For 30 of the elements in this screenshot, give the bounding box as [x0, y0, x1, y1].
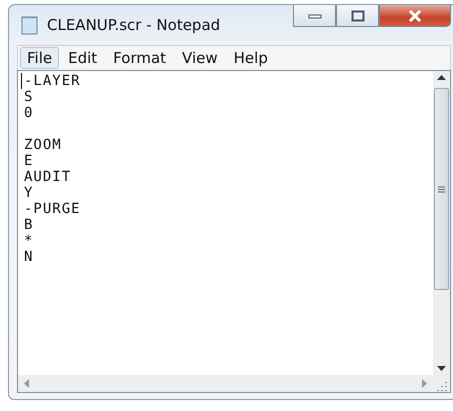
text-line: Y	[24, 185, 34, 201]
menu-item[interactable]: Edit	[61, 47, 104, 69]
minimize-button[interactable]	[293, 5, 336, 27]
text-line: AUDIT	[24, 169, 72, 185]
text-line: -PURGE	[24, 201, 81, 217]
minimize-icon	[308, 12, 322, 20]
grip-icon	[438, 186, 445, 192]
notepad-icon	[21, 15, 39, 35]
text-line: -LAYER	[24, 73, 81, 89]
maximize-icon	[350, 10, 364, 22]
scrollbar-thumb[interactable]	[434, 88, 449, 290]
resize-grip-icon[interactable]	[436, 380, 448, 392]
text-line: N	[24, 249, 34, 265]
text-line: S	[24, 89, 34, 105]
text-line: E	[24, 153, 34, 169]
scroll-up-arrow-icon[interactable]	[437, 75, 446, 80]
close-button[interactable]	[379, 5, 451, 27]
window-title: CLEANUP.scr - Notepad	[47, 16, 220, 34]
menu-item[interactable]: Help	[226, 47, 275, 69]
scroll-down-arrow-icon[interactable]	[437, 366, 446, 371]
menu-item[interactable]: View	[175, 47, 225, 69]
menu-item[interactable]: Format	[106, 47, 174, 69]
close-icon	[408, 10, 422, 22]
text-line: *	[24, 233, 34, 249]
text-line: ZOOM	[24, 137, 62, 153]
text-line: B	[24, 217, 34, 233]
menu-item[interactable]: File	[20, 47, 60, 69]
text-line: 0	[24, 105, 34, 121]
maximize-button[interactable]	[336, 5, 379, 27]
text-cursor	[21, 73, 22, 89]
